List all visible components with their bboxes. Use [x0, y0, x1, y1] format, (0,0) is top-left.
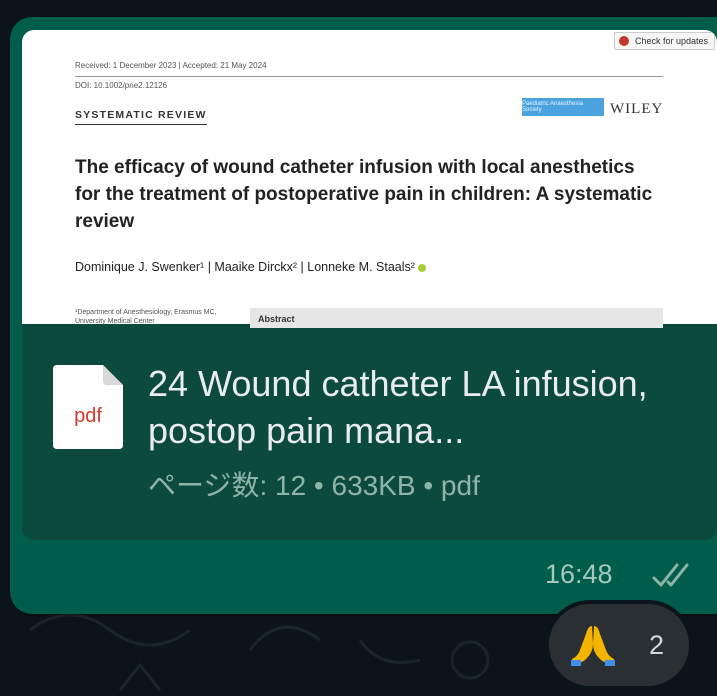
check-for-updates-badge: Check for updates	[613, 32, 715, 50]
crossmark-icon	[618, 36, 629, 46]
document-attachment[interactable]: Check for updates Received: 1 December 2…	[22, 30, 717, 540]
abstract-heading: Abstract	[258, 314, 295, 324]
message-time: 16:48	[545, 559, 613, 589]
header-divider	[75, 76, 663, 77]
badge-label: Check for updates	[634, 36, 708, 46]
file-meta: ページ数: 12 • 633KB • pdf	[148, 470, 480, 501]
received-accepted-dates: Received: 1 December 2023 | Accepted: 21…	[75, 61, 267, 70]
file-info-row[interactable]: pdf 24 Wound catheter LA infusion, posto…	[22, 324, 717, 540]
paper-title: The efficacy of wound catheter infusion …	[75, 157, 653, 232]
document-preview[interactable]: Check for updates Received: 1 December 2…	[22, 30, 717, 328]
section-label: SYSTEMATIC REVIEW	[75, 109, 207, 125]
society-logo: Paediatric Anaesthesia Society	[522, 98, 604, 116]
reaction-count: 2	[649, 630, 665, 660]
orcid-icon	[417, 263, 426, 272]
pdf-file-icon: pdf	[53, 365, 123, 449]
folded-hands-icon	[571, 626, 615, 666]
double-check-icon	[652, 563, 689, 587]
doi-line: DOI: 10.1002/pne2.12126	[75, 81, 168, 90]
author-line: Dominique J. Swenker¹ | Maaike Dirckx² |…	[75, 260, 426, 274]
publisher-logo: WILEY	[610, 101, 664, 117]
pdf-type-label: pdf	[74, 405, 102, 427]
authors-text: Dominique J. Swenker¹ | Maaike Dirckx² |…	[75, 260, 415, 274]
file-name: 24 Wound catheter LA infusion, postop pa…	[148, 363, 648, 451]
reaction-pill[interactable]: 2	[549, 604, 689, 686]
